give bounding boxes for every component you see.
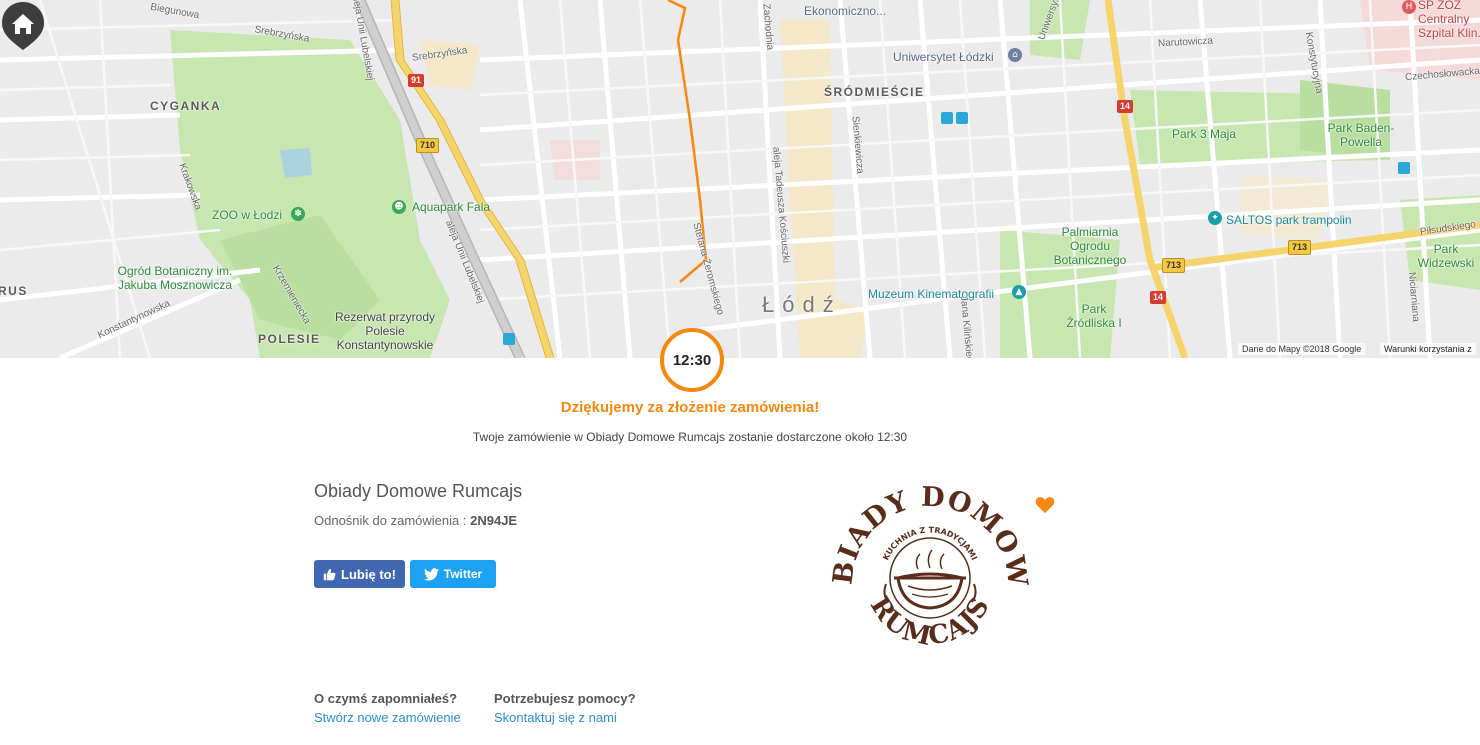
facebook-like-label: Lubię to! (341, 566, 396, 582)
delivery-map[interactable]: CYGANKA ŚRÓDMIEŚCIE POLESIE RUS Łódź ☻ A… (0, 0, 1480, 358)
poi-saltos[interactable]: SALTOS park trampolin (1226, 213, 1352, 227)
road-shield-710: 710 (416, 138, 440, 153)
aquapark-icon[interactable]: ☻ (392, 200, 406, 214)
museum-icon[interactable]: ▲ (1012, 285, 1026, 299)
transit-icon[interactable] (941, 112, 953, 124)
order-reference-code: 2N94JE (470, 513, 518, 528)
delivery-time-badge: 12:30 (660, 328, 724, 392)
twitter-share-button[interactable]: Twitter (410, 560, 496, 588)
map-terms-link[interactable]: Warunki korzystania z (1380, 343, 1476, 355)
road-shield-713-west: 713 (1162, 258, 1186, 273)
twitter-bird-icon (423, 567, 439, 580)
poi-muzeum[interactable]: Muzeum Kinematografii (868, 287, 994, 301)
university-icon[interactable]: ⌂ (1008, 48, 1022, 62)
favorite-heart-icon[interactable] (1035, 496, 1055, 514)
twitter-share-label: Twitter (443, 567, 483, 581)
facebook-like-button[interactable]: Lubię to! (314, 560, 405, 588)
poi-botanic-garden[interactable]: Ogród Botaniczny im. Jakuba Mosznowicza (105, 264, 245, 292)
district-label-rus: RUS (0, 284, 28, 298)
transit-icon[interactable] (956, 112, 968, 124)
city-label: Łódź (762, 292, 842, 317)
poi-park-zrodliska[interactable]: Park Źródliska I (1064, 302, 1124, 330)
forgot-something-title: O czymś zapomniałeś? (314, 691, 458, 706)
poi-ekonomiczno[interactable]: Ekonomiczno... (804, 4, 886, 18)
thank-you-heading: Dziękujemy za złożenie zamówienia! (560, 399, 820, 416)
transit-icon[interactable] (1398, 162, 1410, 174)
map-data-attribution: Dane do Mapy ©2018 Google (1238, 343, 1366, 355)
need-help-section: Potrzebujesz pomocy? Skontaktuj się z na… (494, 690, 636, 728)
transit-icon[interactable] (503, 333, 515, 345)
district-label-cyganka: CYGANKA (150, 99, 222, 113)
poi-aquapark[interactable]: Aquapark Fala (412, 200, 490, 214)
need-help-title: Potrzebujesz pomocy? (494, 691, 636, 706)
trampoline-icon[interactable]: ✦ (1208, 211, 1222, 225)
forgot-something-section: O czymś zapomniałeś? Stwórz nowe zamówie… (314, 690, 461, 728)
order-reference-label: Odnośnik do zamówienia : (314, 513, 467, 528)
restaurant-logo: OBIADY DOMOWE RUMCAJS KUCHNIA Z TRADYCJA… (830, 474, 1030, 652)
poi-palmiarnia[interactable]: Palmiarnia Ogrodu Botanicznego (1050, 225, 1130, 267)
home-marker-icon[interactable] (0, 0, 46, 52)
poi-uniwersytet[interactable]: Uniwersytet Łódzki (893, 50, 994, 64)
restaurant-name: Obiady Domowe Rumcajs (314, 481, 523, 501)
district-label-polesie: POLESIE (258, 332, 321, 346)
poi-park-3-maja[interactable]: Park 3 Maja (1172, 127, 1236, 141)
order-reference: Odnośnik do zamówienia : 2N94JE (314, 513, 517, 528)
road-shield-14-south: 14 (1150, 291, 1167, 304)
zoo-icon[interactable]: ✽ (291, 207, 305, 221)
poi-park-widzewski[interactable]: Park Widzewski (1416, 242, 1476, 270)
new-order-link[interactable]: Stwórz nowe zamówienie (314, 708, 461, 728)
thumbs-up-icon (323, 568, 336, 580)
delivery-eta-text: Twoje zamówienie w Obiady Domowe Rumcajs… (472, 430, 908, 444)
road-shield-91: 91 (408, 74, 425, 87)
poi-zoo[interactable]: ZOO w Łodzi (212, 208, 282, 222)
street-narutowicza: Narutowicza (1157, 35, 1214, 50)
hospital-icon[interactable]: H (1402, 0, 1416, 14)
district-label-srodmiescie: ŚRÓDMIEŚCIE (824, 85, 925, 99)
poi-szpital[interactable]: SP ZOZ Centralny Szpital Klin... (1418, 0, 1480, 40)
poi-park-baden-powella[interactable]: Park Baden-Powella (1326, 121, 1396, 149)
contact-us-link[interactable]: Skontaktuj się z nami (494, 708, 636, 728)
map-canvas (0, 0, 1480, 358)
road-shield-713-east: 713 (1288, 240, 1312, 255)
poi-rezerwat[interactable]: Rezerwat przyrody Polesie Konstantynowsk… (330, 310, 440, 352)
road-shield-14-north: 14 (1117, 100, 1134, 113)
